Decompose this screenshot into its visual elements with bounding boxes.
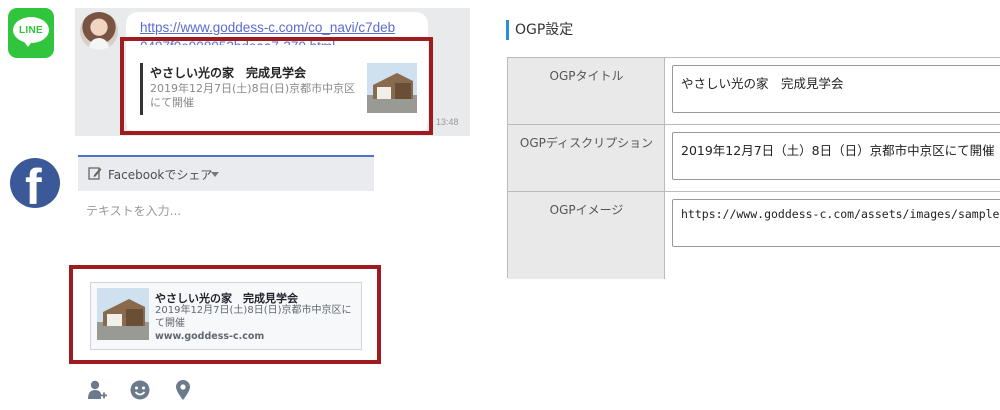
location-icon[interactable] <box>172 379 194 401</box>
facebook-preview-description: 2019年12月7日(土)8日(日)京都市中京区にて開催 <box>155 305 352 329</box>
line-preview-description: 2019年12月7日(土)8日(日)京都市中京区にて開催 <box>150 82 356 109</box>
preview-accent-bar <box>140 63 143 115</box>
post-text-placeholder: テキストを入力... <box>86 204 182 218</box>
line-logo-text: LINE <box>19 25 43 36</box>
emoji-icon[interactable] <box>129 379 151 401</box>
ogp-label-cell: OGPイメージ <box>508 192 665 279</box>
line-preview-title: やさしい光の家 完成見学会 <box>150 66 307 80</box>
line-preview-thumbnail <box>367 63 417 113</box>
ogp-section-heading: OGP設定 <box>506 20 573 40</box>
facebook-preview-thumbnail <box>97 288 149 340</box>
ogp-description-label: OGPディスクリプション <box>519 136 654 150</box>
tag-people-icon[interactable] <box>86 379 108 401</box>
facebook-share-header[interactable]: Facebookでシェア <box>78 155 374 191</box>
ogp-image-label: OGPイメージ <box>549 203 624 217</box>
ogp-label-cell: OGPディスクリプション <box>508 125 665 191</box>
ogp-row-title: OGPタイトル やさしい光の家 完成見学会 <box>508 58 1000 125</box>
ogp-description-input[interactable]: 2019年12月7日（土）8日（日）京都市中京区にて開催 <box>672 132 1000 180</box>
facebook-app-icon: f <box>10 158 60 208</box>
ogp-settings-table: OGPタイトル やさしい光の家 完成見学会 OGPディスクリプション 2019年… <box>507 57 1000 279</box>
ogp-label-cell: OGPタイトル <box>508 58 665 124</box>
edit-icon <box>88 167 102 180</box>
ogp-title-label: OGPタイトル <box>549 69 624 83</box>
line-app-icon: LINE <box>8 8 54 58</box>
facebook-preview-domain: www.goddess-c.com <box>155 331 265 342</box>
chevron-down-icon[interactable] <box>211 172 219 177</box>
ogp-image-input[interactable]: https://www.goddess-c.com/assets/images/… <box>672 199 1000 247</box>
avatar[interactable] <box>80 12 118 50</box>
ogp-row-image: OGPイメージ https://www.goddess-c.com/assets… <box>508 192 1000 279</box>
message-timestamp: 13:48 <box>436 117 459 127</box>
ogp-row-description: OGPディスクリプション 2019年12月7日（土）8日（日）京都市中京区にて開… <box>508 125 1000 192</box>
share-target-label: Facebookでシェア <box>108 168 213 182</box>
ogp-title-input[interactable]: やさしい光の家 完成見学会 <box>672 65 1000 113</box>
